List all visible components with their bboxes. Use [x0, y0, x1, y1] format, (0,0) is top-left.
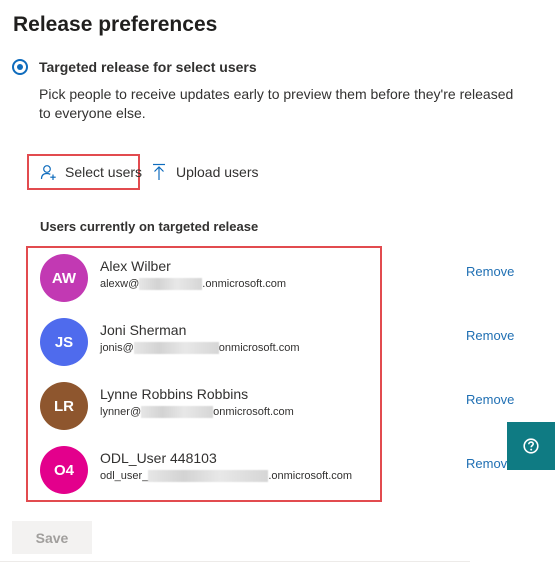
upload-users-label: Upload users — [176, 164, 259, 180]
user-name: Lynne Robbins Robbins — [100, 386, 249, 402]
email-prefix: odl_user_ — [100, 470, 149, 482]
help-button[interactable] — [507, 422, 555, 470]
targeted-release-option[interactable]: Targeted release for select users — [12, 59, 257, 75]
select-users-button[interactable]: Select users — [27, 154, 143, 190]
question-mark-icon — [523, 438, 539, 454]
email-suffix: onmicrosoft.com — [218, 342, 300, 354]
email-suffix: onmicrosoft.com — [213, 406, 294, 418]
user-email: lynner@ onmicrosoft.com — [100, 406, 294, 418]
avatar: LR — [40, 382, 88, 430]
redacted-text — [141, 406, 214, 418]
section-heading: Users currently on targeted release — [40, 219, 259, 234]
remove-link[interactable]: Remove — [466, 264, 514, 279]
email-prefix: alexw@ — [100, 278, 140, 290]
user-row: JS Joni Sherman jonis@ onmicrosoft.com Re… — [0, 318, 555, 372]
avatar: O4 — [40, 446, 88, 494]
user-name: Joni Sherman — [100, 322, 187, 338]
redacted-text — [133, 342, 219, 354]
footer-divider — [0, 561, 470, 562]
add-person-icon — [40, 164, 56, 180]
save-button[interactable]: Save — [12, 521, 92, 554]
targeted-release-description: Pick people to receive updates early to … — [39, 86, 514, 121]
targeted-release-label: Targeted release for select users — [39, 59, 257, 75]
email-prefix: jonis@ — [100, 342, 134, 354]
email-suffix: .onmicrosoft.com — [202, 278, 287, 290]
user-name: Alex Wilber — [100, 258, 171, 274]
remove-link[interactable]: Remove — [466, 328, 514, 343]
avatar: JS — [40, 318, 88, 366]
user-row: LR Lynne Robbins Robbins lynner@ onmicros… — [0, 382, 555, 436]
email-suffix: .onmicrosoft.com — [268, 470, 353, 482]
user-email: odl_user_ .onmicrosoft.com — [100, 470, 352, 482]
user-row: O4 ODL_User 448103 odl_user_ .onmicrosoft… — [0, 446, 555, 500]
redacted-text — [148, 470, 269, 482]
user-email: jonis@ onmicrosoft.com — [100, 342, 300, 354]
redacted-text — [139, 278, 203, 290]
targeted-release-radio[interactable] — [12, 59, 28, 75]
user-name: ODL_User 448103 — [100, 450, 217, 466]
user-row: AW Alex Wilber alexw@ .onmicrosoft.com Re… — [0, 254, 555, 308]
avatar: AW — [40, 254, 88, 302]
page-title: Release preferences — [13, 13, 218, 36]
select-users-label: Select users — [65, 164, 143, 180]
email-prefix: lynner@ — [100, 406, 142, 418]
remove-link[interactable]: Remove — [466, 392, 514, 407]
upload-users-button[interactable]: Upload users — [152, 163, 259, 181]
upload-arrow-icon — [153, 163, 165, 180]
user-email: alexw@ .onmicrosoft.com — [100, 278, 286, 290]
